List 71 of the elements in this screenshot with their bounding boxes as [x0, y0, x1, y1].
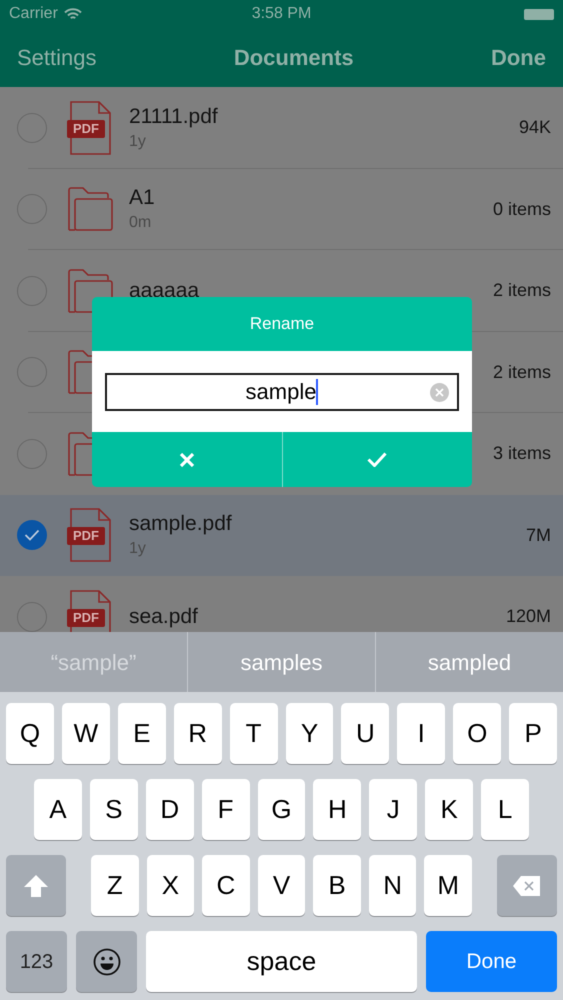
nav-title: Documents — [234, 44, 354, 72]
shift-key[interactable] — [6, 855, 66, 916]
keyboard-key[interactable]: O — [453, 703, 502, 764]
keyboard-key[interactable]: D — [146, 779, 194, 840]
keyboard-key[interactable]: K — [425, 779, 474, 840]
file-name: sample.pdf — [129, 511, 233, 538]
keyboard-key[interactable]: L — [481, 779, 530, 840]
numbers-key[interactable]: 123 — [6, 931, 67, 992]
file-size: 2 items — [492, 279, 551, 302]
keyboard-key[interactable]: T — [230, 703, 278, 764]
carrier-label: Carrier — [9, 4, 58, 24]
keyboard-key[interactable]: H — [313, 779, 362, 840]
done-key[interactable]: Done — [426, 931, 557, 992]
cancel-button[interactable] — [92, 432, 282, 487]
keyboard-key[interactable]: E — [118, 703, 166, 764]
checkbox[interactable] — [17, 438, 47, 469]
file-size: 2 items — [492, 360, 551, 384]
close-icon — [178, 452, 195, 468]
folder-icon — [67, 349, 92, 396]
file-name: A1 — [129, 185, 156, 212]
delete-key[interactable] — [497, 855, 557, 916]
keyboard-key[interactable]: B — [313, 855, 361, 916]
status-time: 3:58 PM — [252, 4, 312, 24]
checkmark-icon — [24, 529, 40, 542]
pdf-file-icon: PDF — [67, 100, 113, 155]
smiley-icon — [92, 948, 120, 976]
keyboard-key[interactable]: G — [258, 779, 306, 840]
keyboard-key[interactable]: Q — [6, 703, 54, 764]
keyboard-key[interactable]: R — [174, 703, 222, 764]
backspace-icon — [512, 874, 542, 896]
keyboard-key[interactable]: P — [509, 703, 558, 764]
shift-icon — [22, 872, 50, 898]
confirm-button[interactable] — [282, 432, 472, 487]
file-size: 7M — [526, 524, 551, 547]
keyboard-key[interactable]: X — [146, 855, 194, 916]
file-name: 21111.pdf — [129, 104, 219, 130]
folder-icon — [67, 430, 92, 477]
keyboard-key[interactable]: W — [62, 703, 110, 764]
pdf-file-icon: PDF — [67, 508, 113, 562]
battery-icon — [524, 8, 554, 20]
keyboard-key[interactable]: M — [424, 855, 472, 916]
dialog-title: Rename — [92, 297, 472, 351]
keyboard-key[interactable]: J — [369, 779, 418, 840]
keyboard-key[interactable]: N — [368, 855, 416, 916]
file-size: 120M — [506, 605, 551, 628]
checkbox[interactable] — [17, 194, 47, 224]
clear-icon[interactable] — [430, 382, 449, 402]
file-size: 94K — [518, 116, 551, 140]
emoji-key[interactable] — [76, 931, 137, 992]
keyboard-key[interactable]: A — [34, 779, 82, 840]
keyboard-key[interactable]: I — [397, 703, 446, 764]
checkbox[interactable] — [17, 112, 47, 143]
text-cursor — [316, 378, 318, 404]
keyboard-key[interactable]: V — [258, 855, 306, 916]
checkbox[interactable] — [17, 276, 47, 306]
file-name: sea.pdf — [129, 604, 199, 630]
file-size: 3 items — [492, 442, 551, 466]
folder-icon — [67, 186, 113, 232]
keyboard-key[interactable]: Z — [91, 855, 139, 916]
keyboard-key[interactable]: U — [341, 703, 390, 764]
input-field[interactable]: sample — [105, 372, 459, 410]
keyboard-key[interactable]: C — [202, 855, 250, 916]
keyboard-key[interactable]: S — [90, 779, 138, 840]
checkbox[interactable] — [17, 520, 47, 550]
space-key[interactable]: space — [146, 931, 417, 992]
file-size: 0 items — [492, 198, 551, 221]
keyboard-key[interactable]: Y — [286, 703, 334, 764]
checkmark-icon — [367, 452, 388, 467]
keyboard-key[interactable]: F — [202, 779, 250, 840]
checkbox[interactable] — [17, 357, 47, 388]
wifi-icon — [64, 8, 82, 20]
